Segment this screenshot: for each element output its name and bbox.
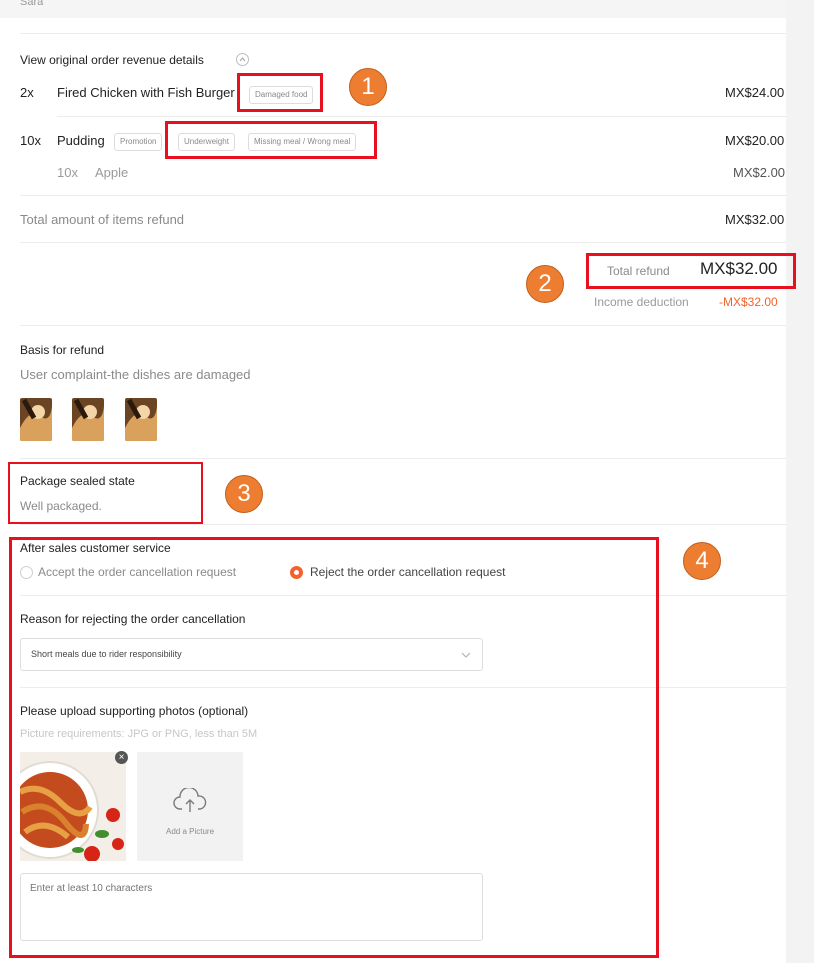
sub-item-qty: 10x [57,165,78,180]
top-section: Sara [0,0,786,18]
highlight-box [237,73,323,112]
highlight-box [165,121,377,159]
basis-title: Basis for refund [20,343,105,357]
item-name: Pudding [57,133,105,148]
item-qty: 10x [20,133,41,148]
item-qty: 2x [20,85,34,100]
annotation-marker: 2 [526,265,564,303]
annotation-marker: 1 [349,68,387,106]
income-deduction-label: Income deduction [594,295,689,309]
promotion-tag: Promotion [114,133,163,151]
customer-name: Sara [20,0,44,8]
total-items-value: MX$32.00 [725,212,785,227]
item-price: MX$20.00 [725,133,785,148]
evidence-photo[interactable] [72,398,104,441]
divider [20,242,786,243]
income-deduction-value: -MX$32.00 [719,295,778,309]
basis-text: User complaint-the dishes are damaged [20,367,251,382]
sub-item-price: MX$2.00 [733,165,786,180]
divider [20,524,786,525]
highlight-box [586,253,796,289]
divider [20,33,786,34]
revenue-details-toggle[interactable]: View original order revenue details [20,53,204,67]
total-items-label: Total amount of items refund [20,212,185,227]
evidence-photo[interactable] [20,398,52,441]
highlight-box [9,537,659,958]
divider [20,458,786,459]
chevron-up-icon[interactable] [236,53,249,66]
highlight-box [8,462,203,524]
divider [57,116,786,117]
item-price: MX$24.00 [725,85,785,100]
annotation-marker: 3 [225,475,263,513]
sub-item-name: Apple [95,165,129,180]
divider [20,325,786,326]
evidence-photo[interactable] [125,398,157,441]
item-name: Fired Chicken with Fish Burger [57,85,235,100]
annotation-marker: 4 [683,542,721,580]
scrollbar-track[interactable] [786,0,814,963]
divider [20,195,786,196]
